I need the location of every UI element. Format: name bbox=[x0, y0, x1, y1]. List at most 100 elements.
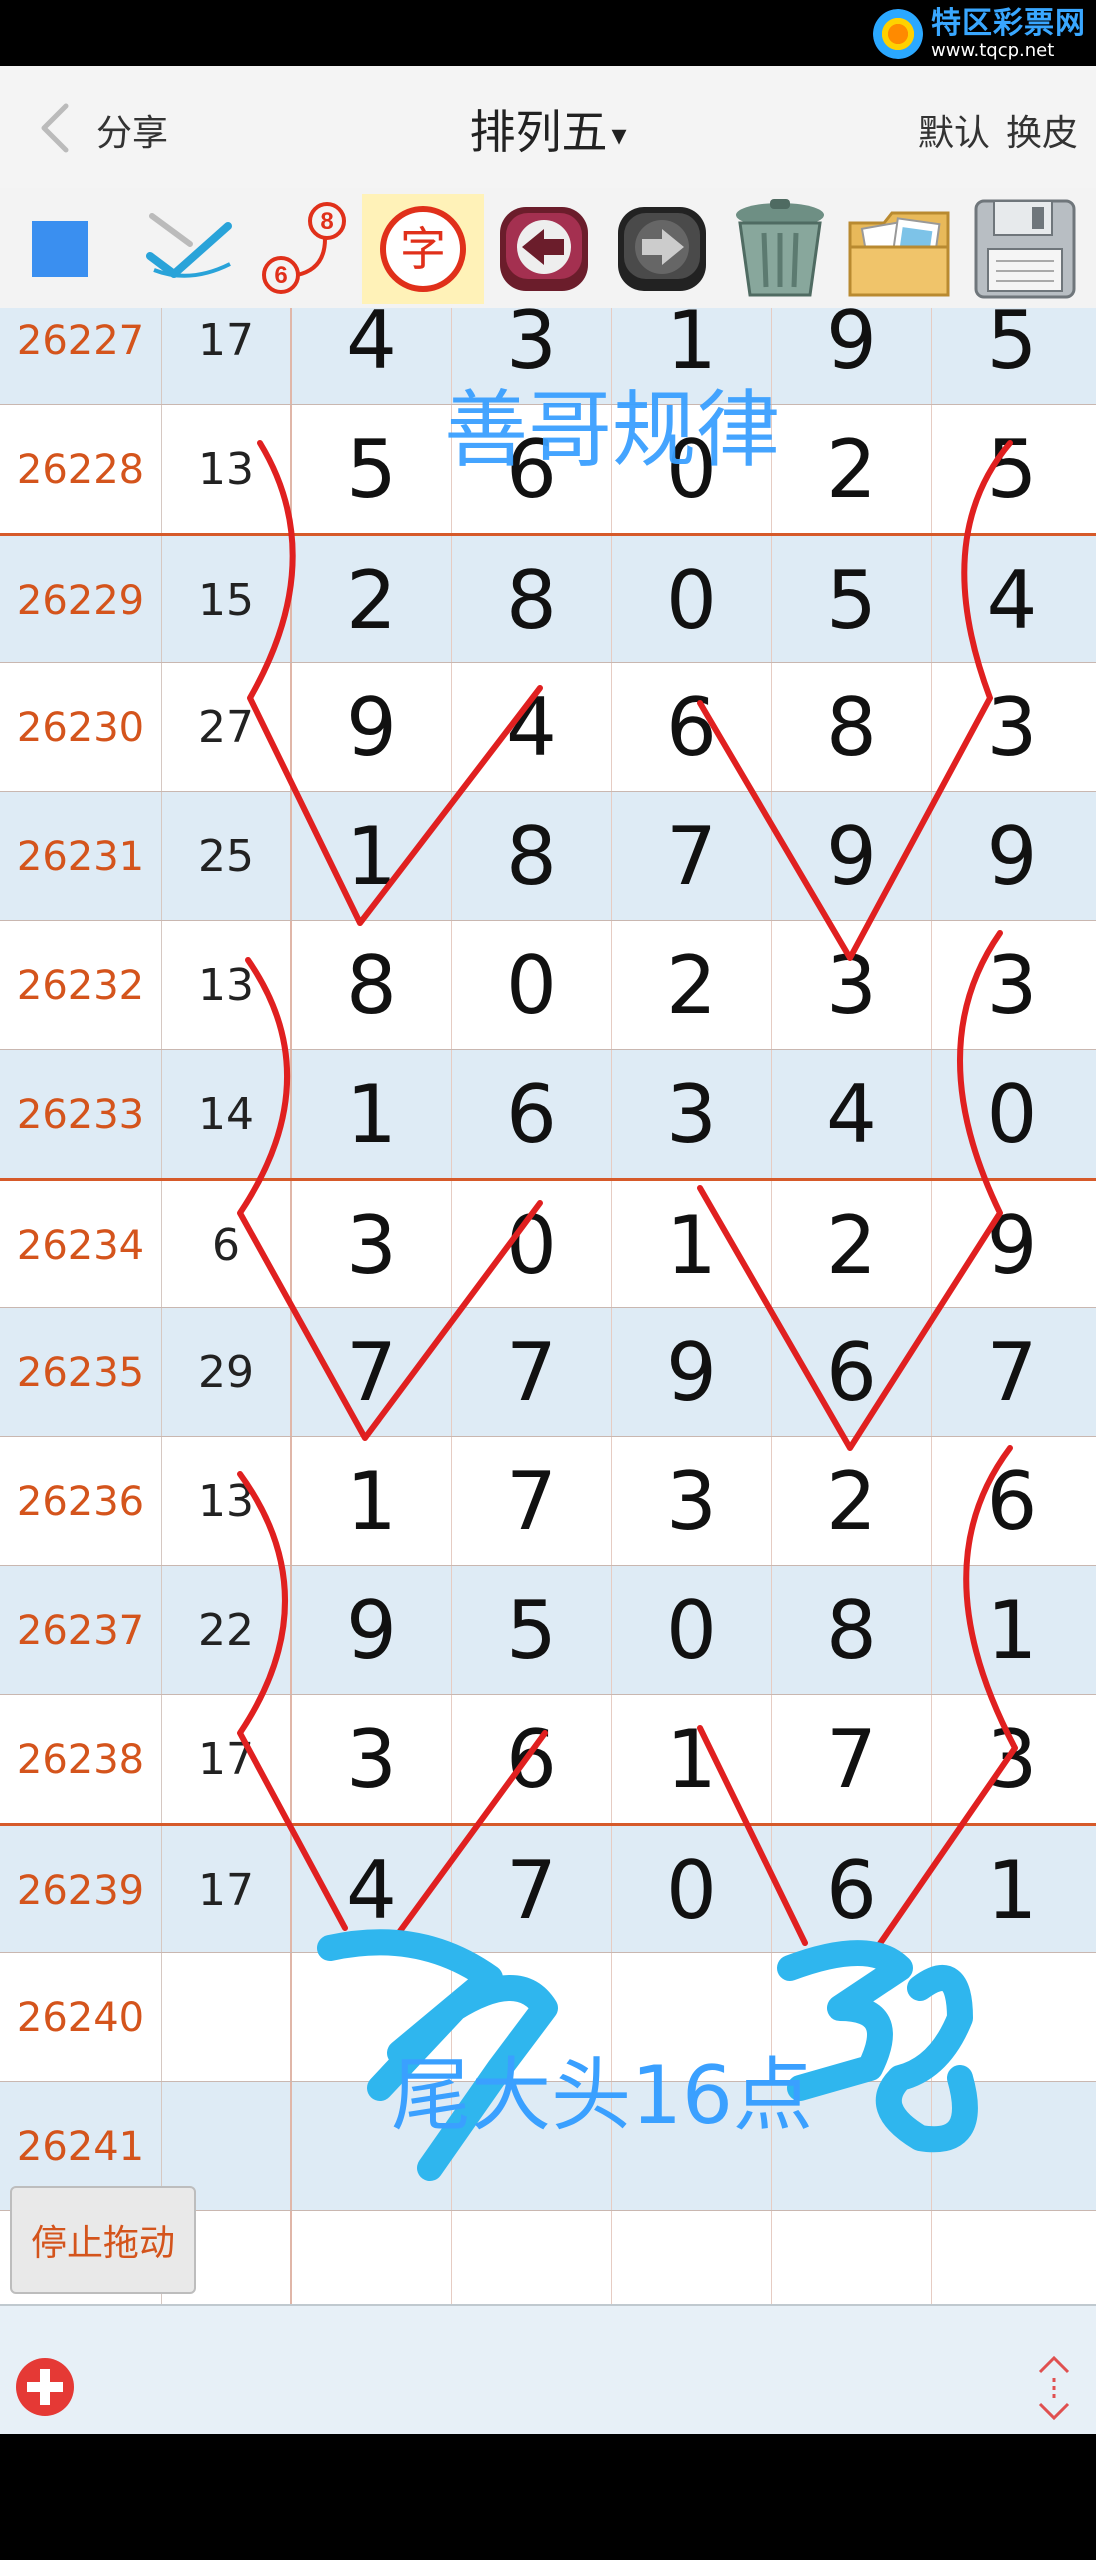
trash-button[interactable] bbox=[722, 194, 838, 304]
digit-cell-1: 4 bbox=[292, 308, 452, 405]
digit-cell-2: 4 bbox=[452, 663, 612, 792]
issue-number-cell: 26227 bbox=[0, 308, 162, 405]
digit-cell-4 bbox=[772, 2082, 932, 2211]
pen-check-tool-button[interactable] bbox=[140, 194, 240, 304]
digit-cell-5: 1 bbox=[986, 1844, 1038, 1937]
watermark-url: www.tqcp.net bbox=[931, 39, 1055, 61]
digit-cell-1: 1 bbox=[292, 1437, 452, 1566]
table-row[interactable]: 26240 bbox=[0, 1952, 1096, 2082]
table-row[interactable]: 26237 22 9 5 0 8 1 bbox=[0, 1565, 1096, 1695]
app-header: 分享 排列五 ▾ 默认 换皮 bbox=[0, 66, 1096, 189]
character-glyph: 字 bbox=[400, 222, 446, 276]
digit-cell-5: 3 bbox=[986, 681, 1038, 774]
digit-cell-5: 3 bbox=[986, 939, 1038, 1032]
sum-cell: 6 bbox=[162, 1181, 292, 1310]
digit-cell-5 bbox=[932, 2211, 1092, 2304]
arrow-left-icon bbox=[500, 207, 588, 291]
table-row[interactable]: 26239 17 4 7 0 6 1 bbox=[0, 1823, 1096, 1955]
change-skin-button[interactable]: 换皮 bbox=[1006, 104, 1078, 156]
digit-cell-4: 8 bbox=[772, 663, 932, 792]
issue-number-cell: 26240 bbox=[0, 1953, 162, 2082]
table-row[interactable]: 26229 15 2 8 0 5 4 bbox=[0, 533, 1096, 665]
digit-cell-5 bbox=[932, 1953, 1092, 2082]
digit-cell-1: 1 bbox=[292, 1050, 452, 1179]
lottery-type-dropdown[interactable]: 排列五 ▾ bbox=[469, 105, 626, 159]
draw-results-table[interactable]: 26227 17 4 3 1 9 5 26228 13 5 6 0 2 5 26229 15 2 8 0 5 4 2623… bbox=[0, 308, 1096, 2304]
digit-cell-4: 2 bbox=[772, 405, 932, 534]
issue-number-cell: 26229 bbox=[0, 536, 162, 665]
issue-number-cell: 26236 bbox=[0, 1437, 162, 1566]
table-row[interactable]: 26227 17 4 3 1 9 5 bbox=[0, 308, 1096, 405]
scroll-updown-icon[interactable] bbox=[1032, 2350, 1076, 2426]
digit-cell-3: 6 bbox=[612, 663, 772, 792]
digit-cell-4: 6 bbox=[772, 1308, 932, 1437]
digit-cell-2: 0 bbox=[452, 921, 612, 1050]
gallery-button[interactable] bbox=[842, 194, 960, 304]
caret-down-icon: ▾ bbox=[611, 118, 627, 153]
digit-cell-2 bbox=[452, 1953, 612, 2082]
table-row[interactable]: 26233 14 1 6 3 4 0 bbox=[0, 1049, 1096, 1179]
digit-cell-4: 2 bbox=[772, 1181, 932, 1310]
digit-cell-5: 3 bbox=[986, 1713, 1038, 1806]
redo-button[interactable] bbox=[610, 194, 714, 304]
share-button[interactable]: 分享 bbox=[96, 104, 168, 156]
digit-cell-4 bbox=[772, 1953, 932, 2082]
digit-cell-1 bbox=[292, 2211, 452, 2304]
character-tool-button[interactable]: 字 bbox=[362, 194, 484, 304]
issue-number-cell: 26233 bbox=[0, 1050, 162, 1179]
sum-cell: 25 bbox=[162, 792, 292, 921]
line-tool-six: 6 bbox=[274, 262, 287, 289]
issue-number-cell: 26235 bbox=[0, 1308, 162, 1437]
table-row[interactable]: 26236 13 1 7 3 2 6 bbox=[0, 1436, 1096, 1566]
issue-number-cell: 26238 bbox=[0, 1695, 162, 1824]
default-button[interactable]: 默认 bbox=[918, 104, 990, 156]
digit-cell-4: 9 bbox=[772, 792, 932, 921]
arrow-right-icon bbox=[618, 207, 706, 291]
digit-cell-3: 7 bbox=[612, 792, 772, 921]
digit-cell-2: 0 bbox=[452, 1181, 612, 1310]
table-row[interactable]: 26235 29 7 7 9 6 7 bbox=[0, 1307, 1096, 1437]
footer-bar bbox=[0, 2304, 1096, 2436]
digit-cell-1: 9 bbox=[292, 663, 452, 792]
table-row[interactable]: 26234 6 3 0 1 2 9 bbox=[0, 1178, 1096, 1310]
digit-cell-4: 5 bbox=[772, 536, 932, 665]
digit-cell-2: 6 bbox=[452, 405, 612, 534]
sum-cell: 13 bbox=[162, 1437, 292, 1566]
sum-cell: 22 bbox=[162, 1566, 292, 1695]
table-row[interactable]: 26238 17 3 6 1 7 3 bbox=[0, 1694, 1096, 1824]
line-6-8-icon: 8 6 bbox=[262, 202, 346, 294]
save-button[interactable] bbox=[966, 194, 1084, 304]
digit-cell-2: 8 bbox=[452, 792, 612, 921]
digit-cell-2: 8 bbox=[452, 536, 612, 665]
line-tool-eight: 8 bbox=[320, 208, 333, 235]
add-circle-icon[interactable] bbox=[14, 2356, 76, 2418]
digit-cell-3: 9 bbox=[612, 1308, 772, 1437]
digit-cell-3: 1 bbox=[612, 308, 772, 405]
stop-drag-button[interactable]: 停止拖动 bbox=[10, 2186, 196, 2294]
digit-cell-1: 4 bbox=[292, 1826, 452, 1955]
issue-number-cell: 26234 bbox=[0, 1181, 162, 1310]
line-tool-button[interactable]: 8 6 bbox=[255, 194, 355, 304]
drawing-toolbar: 8 6 字 bbox=[0, 188, 1096, 310]
table-row[interactable]: 26230 27 9 4 6 8 3 bbox=[0, 662, 1096, 792]
table-row[interactable]: 26228 13 5 6 0 2 5 bbox=[0, 404, 1096, 534]
square-tool-button[interactable] bbox=[18, 194, 102, 304]
digit-cell-5 bbox=[932, 2082, 1092, 2211]
undo-button[interactable] bbox=[492, 194, 596, 304]
issue-number-cell: 26237 bbox=[0, 1566, 162, 1695]
issue-number-cell: 26231 bbox=[0, 792, 162, 921]
sum-cell: 13 bbox=[162, 921, 292, 1050]
digit-cell-4: 4 bbox=[772, 1050, 932, 1179]
table-row[interactable]: 26232 13 8 0 2 3 3 bbox=[0, 920, 1096, 1050]
digit-cell-4: 2 bbox=[772, 1437, 932, 1566]
character-icon: 字 bbox=[380, 206, 466, 292]
photo-folder-icon bbox=[848, 211, 950, 297]
blue-square-icon bbox=[32, 221, 88, 277]
digit-cell-2 bbox=[452, 2211, 612, 2304]
table-row[interactable]: 26231 25 1 8 7 9 9 bbox=[0, 791, 1096, 921]
digit-cell-4: 7 bbox=[772, 1695, 932, 1824]
digit-cell-1: 5 bbox=[292, 405, 452, 534]
digit-cell-1: 9 bbox=[292, 1566, 452, 1695]
back-chevron-icon[interactable] bbox=[30, 98, 90, 158]
page-title: 排列五 bbox=[469, 105, 608, 159]
